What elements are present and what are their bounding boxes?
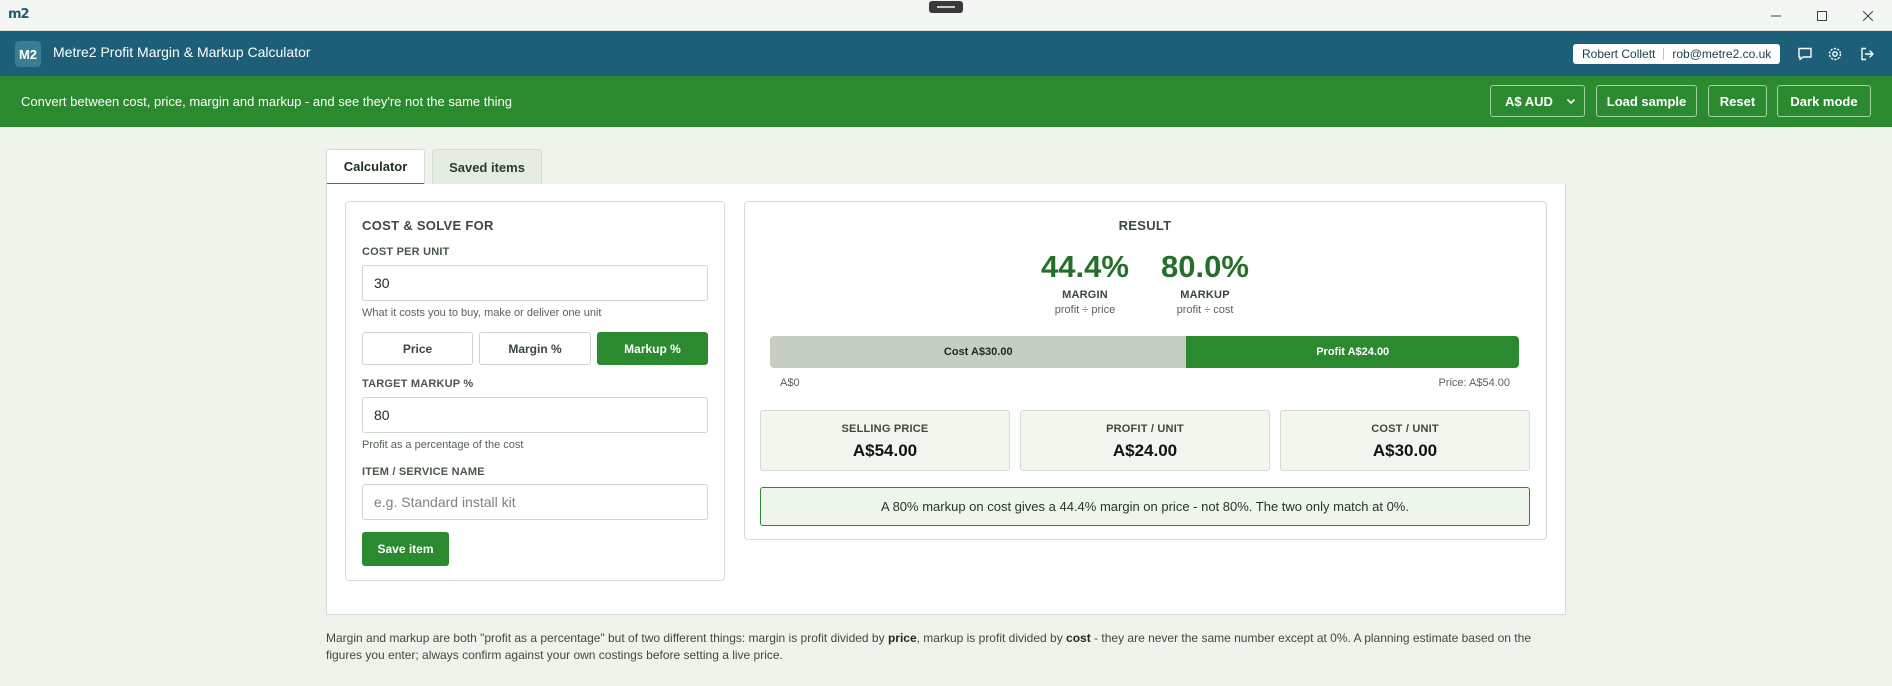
logout-icon [1861,47,1874,61]
footer-bold-price: price [887,631,917,645]
close-icon [1863,10,1873,21]
markup-formula: profit ÷ cost [1176,304,1234,316]
user-pill-divider [1663,48,1665,60]
margin-value: 44.4% [1041,249,1129,284]
minimize-icon [1771,15,1781,16]
cost-segment: Cost A$30.00 [770,336,1187,368]
markup-label: MARKUP [1180,289,1230,301]
chat-button[interactable] [1794,43,1816,65]
selling-price-card: SELLING PRICE A$54.00 [760,410,1010,471]
dark-mode-button[interactable]: Dark mode [1777,85,1871,117]
minimize-button[interactable] [1753,0,1799,31]
target-markup-label: TARGET MARKUP % [362,378,474,390]
target-markup-help: Profit as a percentage of the cost [362,439,524,451]
cost-per-unit-label: COST / UNIT [1371,423,1439,435]
cost-panel [345,201,725,581]
maximize-icon [1817,10,1827,21]
cost-input[interactable]: 30 [362,265,708,301]
result-title: RESULT [1118,218,1172,233]
footer-bold-cost: cost [1066,631,1091,645]
tab-saved-items[interactable]: Saved items [432,149,542,185]
currency-select[interactable]: A$ AUD [1490,85,1585,117]
user-email: rob@metre2.co.uk [1672,47,1772,61]
user-name: Robert Collett [1582,47,1656,61]
cost-per-unit-card: COST / UNIT A$30.00 [1280,410,1530,471]
solve-price-button[interactable]: Price [362,332,473,365]
profit-per-unit-card: PROFIT / UNIT A$24.00 [1020,410,1270,471]
section-title: COST & SOLVE FOR [362,218,494,233]
gear-icon [1828,47,1842,61]
user-pill[interactable]: Robert Collett rob@metre2.co.uk [1573,44,1781,64]
load-sample-button[interactable]: Load sample [1596,85,1697,117]
chevron-down-icon [1566,98,1576,105]
close-button[interactable] [1845,0,1891,31]
chat-icon [1798,47,1812,61]
footer-text-1: Margin and markup are both "profit as a … [326,631,888,645]
selling-price-label: SELLING PRICE [841,423,929,435]
reset-button[interactable]: Reset [1708,85,1767,117]
app-logo-icon: m2 [8,7,30,22]
profit-per-unit-value: A$24.00 [1112,441,1178,460]
drag-handle[interactable] [929,1,963,13]
footer-text-2: , markup is profit divided by [916,631,1067,645]
banner-text: Convert between cost, price, margin and … [21,94,512,109]
markup-value: 80.0% [1161,249,1249,284]
margin-formula: profit ÷ price [1054,304,1116,316]
margin-markup-note: A 80% markup on cost gives a 44.4% margi… [760,487,1530,526]
solve-margin-button[interactable]: Margin % [479,332,591,365]
cost-help: What it costs you to buy, make or delive… [362,307,602,319]
window-titlebar: m2 [0,0,1892,31]
tab-calculator[interactable]: Calculator [326,149,425,186]
bar-axis-max: Price: A$54.00 [1438,377,1510,389]
selling-price-value: A$54.00 [852,441,918,460]
currency-value: A$ AUD [1505,93,1553,109]
cost-label: COST PER UNIT [362,246,450,258]
app-title: Metre2 Profit Margin & Markup Calculator [53,44,311,60]
cost-profit-bar: Cost A$30.00 Profit A$24.00 [770,336,1519,368]
cost-per-unit-value: A$30.00 [1372,441,1438,460]
logout-button[interactable] [1856,43,1878,65]
settings-button[interactable] [1824,43,1846,65]
item-name-label: ITEM / SERVICE NAME [362,466,485,478]
target-markup-input[interactable]: 80 [362,397,708,433]
margin-label: MARGIN [1062,289,1108,301]
solve-markup-button[interactable]: Markup % [597,332,708,365]
item-name-input[interactable]: e.g. Standard install kit [362,484,708,520]
bar-axis-min: A$0 [780,377,800,389]
save-item-button[interactable]: Save item [362,532,449,566]
profit-segment: Profit A$24.00 [1186,336,1519,368]
profit-per-unit-label: PROFIT / UNIT [1106,423,1184,435]
maximize-button[interactable] [1799,0,1845,31]
app-badge: M2 [15,41,41,67]
footer-disclaimer: Margin and markup are both "profit as a … [326,630,1566,664]
